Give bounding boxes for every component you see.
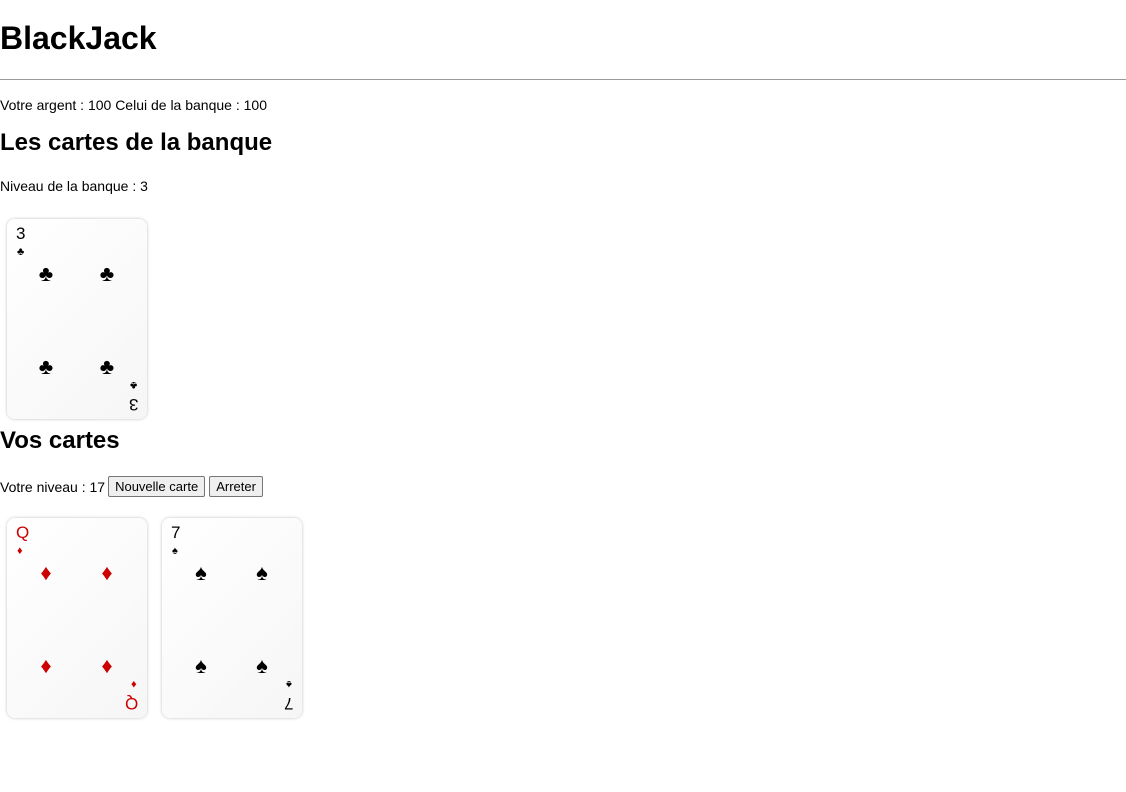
money-status: Votre argent : 100 Celui de la banque : … [0, 97, 267, 113]
header-divider [0, 79, 1126, 80]
spades-icon: ♠ [256, 653, 268, 678]
diamonds-icon: ♦ [40, 560, 52, 585]
stop-button[interactable]: Arreter [209, 476, 263, 497]
spades-icon: ♠ [256, 560, 268, 585]
diamonds-icon: ♦ [101, 653, 113, 678]
clubs-icon: ♣ [38, 354, 54, 379]
player-section-title: Vos cartes [0, 427, 120, 454]
spades-icon: ♠ [286, 678, 292, 690]
clubs-icon: ♣ [38, 261, 54, 286]
clubs-icon: ♣ [17, 246, 25, 258]
diamonds-icon: ♦ [17, 545, 23, 557]
player-card: 7 ♠ ♠ ♠ ♠ ♠ ♠ 7 [162, 518, 302, 718]
clubs-icon: ♣ [129, 379, 137, 391]
bank-section-title: Les cartes de la banque [0, 129, 273, 156]
card-rank: 3 [16, 224, 26, 243]
card-rank: Q [16, 523, 30, 542]
app-title: BlackJack [0, 20, 157, 56]
player-level-row: Votre niveau : 17 Nouvelle carte Arreter [0, 476, 267, 497]
blackjack-page: BlackJack Votre argent : 100 Celui de la… [0, 0, 1126, 792]
diamonds-icon: ♦ [101, 560, 113, 585]
diamonds-icon: ♦ [40, 653, 52, 678]
diamonds-icon: ♦ [131, 678, 137, 690]
player-card: Q ♦ ♦ ♦ ♦ ♦ ♦ Q [7, 518, 147, 718]
new-card-button[interactable]: Nouvelle carte [108, 476, 206, 497]
clubs-icon: ♣ [99, 261, 115, 286]
card-rank: Q [124, 694, 138, 713]
bank-card: 3 ♣ ♣ ♣ ♣ ♣ ♣ 3 [7, 219, 147, 419]
card-rank: 7 [283, 694, 293, 713]
spades-icon: ♠ [172, 545, 178, 557]
bank-level: Niveau de la banque : 3 [0, 178, 148, 194]
clubs-icon: ♣ [99, 354, 115, 379]
spades-icon: ♠ [195, 653, 207, 678]
card-rank: 3 [128, 395, 138, 414]
player-level: Votre niveau : 17 [0, 478, 106, 495]
card-rank: 7 [171, 523, 181, 542]
spades-icon: ♠ [195, 560, 207, 585]
